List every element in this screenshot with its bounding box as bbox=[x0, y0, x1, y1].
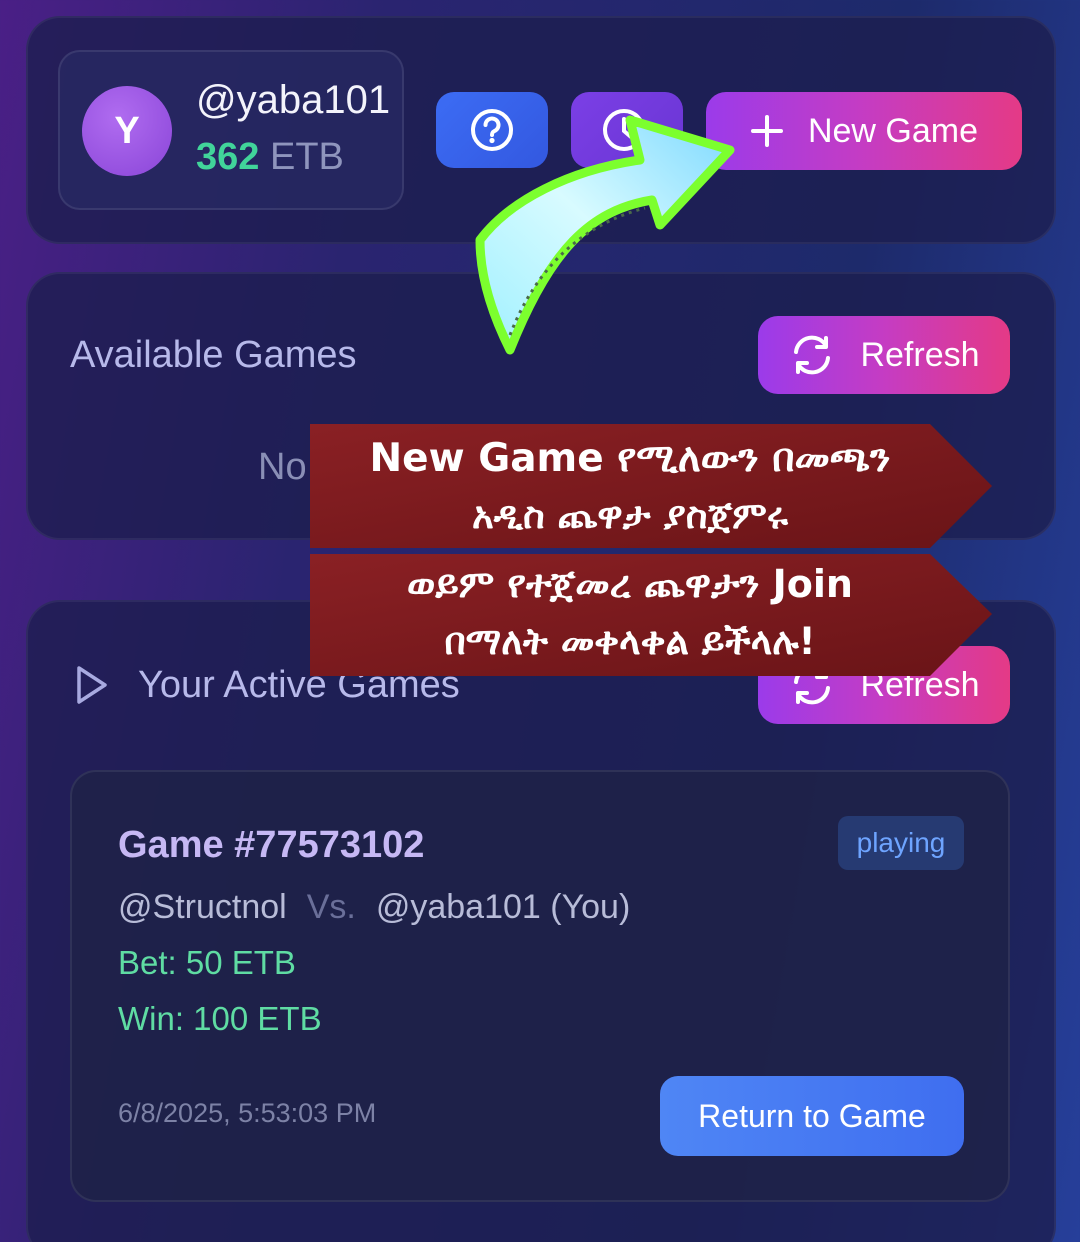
curved-arrow-icon bbox=[475, 115, 735, 355]
players-line: @Structnol Vs. @yaba101 (You) bbox=[118, 888, 630, 927]
refresh-icon bbox=[794, 335, 831, 375]
avatar: Y bbox=[82, 86, 172, 176]
win-amount: Win: 100 ETB bbox=[118, 1000, 322, 1037]
status-badge: playing bbox=[838, 816, 964, 870]
balance-currency: ETB bbox=[269, 136, 344, 178]
new-game-button[interactable]: New Game bbox=[706, 92, 1022, 170]
plus-icon bbox=[750, 115, 783, 147]
return-to-game-button[interactable]: Return to Game bbox=[660, 1076, 964, 1156]
refresh-available-button[interactable]: Refresh bbox=[758, 316, 1010, 394]
username: @yaba101 bbox=[196, 78, 391, 122]
vs-label: Vs. bbox=[306, 888, 356, 926]
new-game-label: New Game bbox=[807, 111, 979, 150]
callout-line: ወይም የተጀመረ ጨዋታን Join bbox=[407, 562, 853, 606]
refresh-label: Refresh bbox=[860, 335, 980, 374]
callout-line: New Game የሚለውን በመጫን bbox=[369, 436, 891, 481]
game-timestamp: 6/8/2025, 5:53:03 PM bbox=[118, 1098, 377, 1128]
game-title: Game #77573102 bbox=[118, 824, 425, 866]
available-games-title: Available Games bbox=[70, 334, 357, 376]
opponent-name: @Structnol bbox=[118, 888, 287, 926]
play-icon bbox=[77, 666, 107, 704]
callout-line: በማለት መቀላቀል ይችላሉ! bbox=[444, 620, 816, 663]
balance: 362 ETB bbox=[196, 136, 344, 179]
bet-amount: Bet: 50 ETB bbox=[118, 944, 296, 981]
self-name: @yaba101 (You) bbox=[375, 888, 631, 926]
callout-line: አዲስ ጨዋታ ያስጀምሩ bbox=[472, 494, 788, 537]
balance-amount: 362 bbox=[196, 136, 260, 178]
